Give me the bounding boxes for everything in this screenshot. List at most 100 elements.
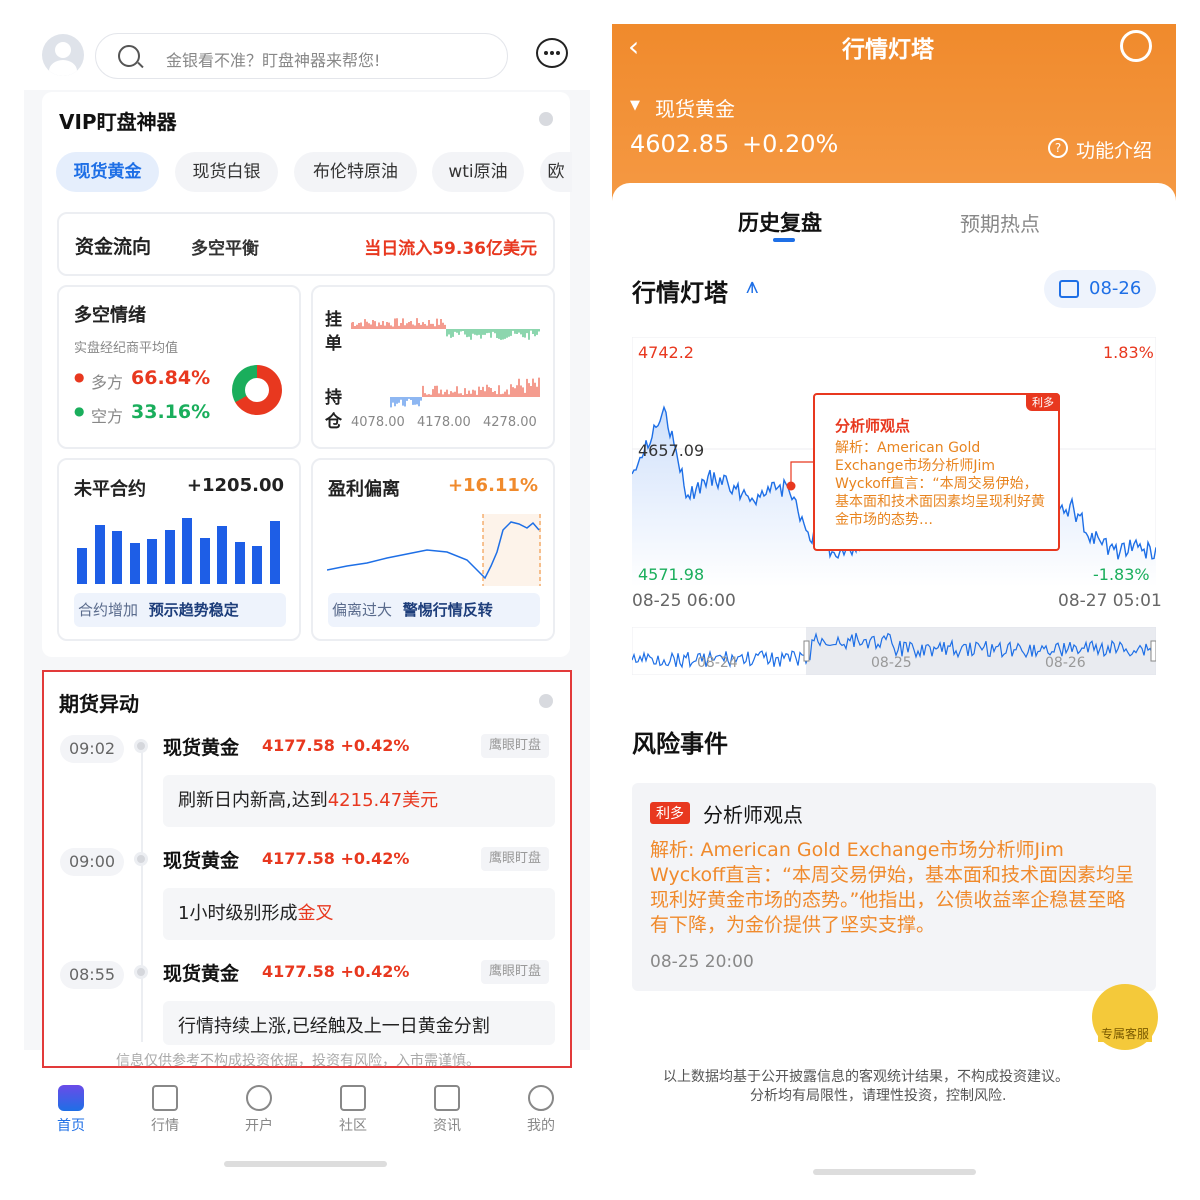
- tab-history[interactable]: 历史复盘: [738, 207, 822, 237]
- short-label: 空方: [91, 407, 124, 426]
- header-title: 行情灯塔: [842, 37, 934, 63]
- fund-flow-box[interactable]: 资金流向 多空平衡 当日流入59.36亿美元: [57, 212, 555, 276]
- timeline-item-badge: 鹰眼盯盘: [481, 847, 550, 871]
- chip-spot-silver[interactable]: 现货白银: [175, 152, 278, 192]
- open-interest-bar: [129, 543, 140, 584]
- timeline-body-text: 刷新日内新高,达到: [178, 790, 328, 811]
- sentiment-box[interactable]: 多空情绪 实盘经纪商平均值 ● 多方 66.84% ● 空方 33.16%: [57, 285, 301, 449]
- lighthouse-icon: ⩚: [746, 274, 759, 299]
- timeline-item-name[interactable]: 现货黄金: [163, 959, 239, 986]
- x-start-label: 08-25 06:00: [632, 591, 736, 611]
- open-interest-box[interactable]: 未平合约 +1205.00 合约增加 预示趋势稳定: [57, 458, 301, 641]
- chip-wti[interactable]: wti原油: [432, 152, 524, 192]
- timeline-item-body[interactable]: 行情持续上涨,已经触及上一日黄金分割: [163, 1001, 555, 1045]
- dropdown-icon[interactable]: ▼: [630, 98, 640, 113]
- y-bot-pct: -1.83%: [1093, 565, 1150, 584]
- footer-line-2: 分析均有局限性，请理性投资，控制风险.: [750, 1088, 1007, 1104]
- analyst-popup[interactable]: 利多 分析师观点 解析：American Gold Exchange市场分析师J…: [813, 393, 1060, 551]
- range-handle-left[interactable]: [803, 640, 810, 662]
- help-icon: ?: [1048, 138, 1068, 158]
- risk-card[interactable]: 利多 分析师观点 解析: American Gold Exchange市场分析师…: [632, 783, 1156, 991]
- fund-flow-label: 资金流向: [75, 236, 152, 258]
- timeline-body-text: 行情持续上涨,已经触及上一日黄金分割: [178, 1016, 490, 1037]
- risk-tag: 利多: [650, 802, 690, 824]
- fund-flow-value: 当日流入59.36亿美元: [364, 239, 537, 259]
- orderbook-label-1: 挂: [325, 310, 342, 330]
- risk-title: 风险事件: [632, 730, 728, 758]
- nav-home[interactable]: 首页: [41, 1085, 101, 1135]
- date-chip-label: 08-26: [1089, 278, 1142, 299]
- vip-title: VIP盯盘神器: [59, 110, 177, 134]
- y-bot-label: 4571.98: [638, 565, 705, 584]
- nav-community[interactable]: 社区: [323, 1085, 383, 1135]
- nav-community-label: 社区: [339, 1118, 367, 1134]
- open-interest-tag: 合约增加 预示趋势稳定: [74, 593, 286, 627]
- right-content: [612, 183, 1176, 1183]
- timeline-item-name[interactable]: 现货黄金: [163, 733, 239, 760]
- news-icon: [434, 1085, 460, 1111]
- y-mid-label: 4657.09: [638, 441, 705, 460]
- tab-expected[interactable]: 预期热点: [960, 208, 1040, 237]
- timeline-item-name[interactable]: 现货黄金: [163, 846, 239, 873]
- timeline-item-body[interactable]: 刷新日内新高,达到4215.47美元: [163, 775, 555, 827]
- open-interest-bar: [112, 531, 122, 584]
- customer-service-avatar[interactable]: 专属客服: [1092, 984, 1158, 1050]
- orderbook-box[interactable]: 挂 单 持 仓 4078.00 4178.00 4278.00: [311, 285, 555, 449]
- risk-card-title: 分析师观点: [703, 803, 803, 827]
- instrument-name[interactable]: 现货黄金: [655, 93, 735, 122]
- timeline-body-highlight: 金叉: [297, 903, 334, 924]
- info-icon[interactable]: [539, 112, 553, 126]
- nav-news[interactable]: 资讯: [417, 1085, 477, 1135]
- orderbook-label-2: 持: [325, 388, 342, 408]
- short-dot: ●: [74, 404, 85, 418]
- timeline-item-price: 4177.58 +0.42%: [262, 736, 410, 755]
- timeline-line: [141, 752, 143, 1042]
- message-icon[interactable]: [536, 38, 568, 68]
- chip-spot-gold[interactable]: 现货黄金: [56, 152, 159, 192]
- nav-home-label: 首页: [57, 1118, 85, 1134]
- nav-market[interactable]: 行情: [135, 1085, 195, 1135]
- orderbook-tick-3: 4278.00: [483, 415, 537, 430]
- back-icon[interactable]: ‹: [628, 30, 639, 63]
- profit-dev-value: +16.11%: [447, 475, 538, 496]
- open-interest-bar: [182, 518, 192, 584]
- nav-news-label: 资讯: [433, 1118, 461, 1134]
- nav-open-account[interactable]: 开户: [229, 1085, 289, 1135]
- sentiment-title: 多空情绪: [74, 305, 146, 326]
- timeline-body-text: 1小时级别形成: [178, 903, 298, 924]
- timeline-item-price: 4177.58 +0.42%: [262, 849, 410, 868]
- search-input[interactable]: 金银看不准？盯盘神器来帮您!: [95, 33, 508, 79]
- home-indicator: [224, 1161, 387, 1167]
- open-interest-bar: [234, 541, 245, 584]
- timeline-time: 09:00: [60, 848, 124, 876]
- mini-label-1: 08-24: [697, 655, 738, 671]
- profit-dev-chart: [327, 514, 541, 586]
- orderbook-tick-2: 4178.00: [417, 415, 471, 430]
- orderbook-tick-1: 4078.00: [351, 415, 405, 430]
- search-icon: [118, 45, 140, 67]
- futures-title: 期货异动: [59, 692, 139, 716]
- timeline-item-body[interactable]: 1小时级别形成金叉: [163, 888, 555, 940]
- nav-open-label: 开户: [245, 1118, 273, 1134]
- open-interest-bars: [77, 518, 287, 584]
- range-handle-right[interactable]: [1150, 640, 1156, 662]
- timeline-item-badge: 鹰眼盯盘: [481, 960, 550, 984]
- home-icon: [58, 1085, 84, 1111]
- refresh-icon[interactable]: [1120, 30, 1152, 62]
- avatar[interactable]: [42, 34, 84, 76]
- chip-eu[interactable]: 欧: [540, 152, 572, 192]
- risk-card-text: 解析: American Gold Exchange市场分析师Jim Wycko…: [650, 839, 1135, 936]
- timeline-time: 08:55: [60, 961, 124, 989]
- futures-info-icon[interactable]: [539, 694, 553, 708]
- open-interest-value: +1205.00: [186, 475, 284, 496]
- profit-deviation-box[interactable]: 盈利偏离 +16.11% 偏离过大 警惕行情反转: [311, 458, 555, 641]
- chip-brent[interactable]: 布伦特原油: [294, 152, 417, 192]
- tab-underline: [773, 238, 795, 242]
- date-chip[interactable]: 08-26: [1044, 270, 1156, 308]
- nav-me[interactable]: 我的: [511, 1085, 571, 1135]
- timeline-time: 09:02: [60, 735, 124, 763]
- long-value: 66.84%: [131, 367, 211, 389]
- function-intro[interactable]: 功能介绍: [1076, 136, 1152, 163]
- profit-dev-tag: 偏离过大 警惕行情反转: [328, 593, 540, 627]
- profit-dev-title: 盈利偏离: [328, 479, 400, 500]
